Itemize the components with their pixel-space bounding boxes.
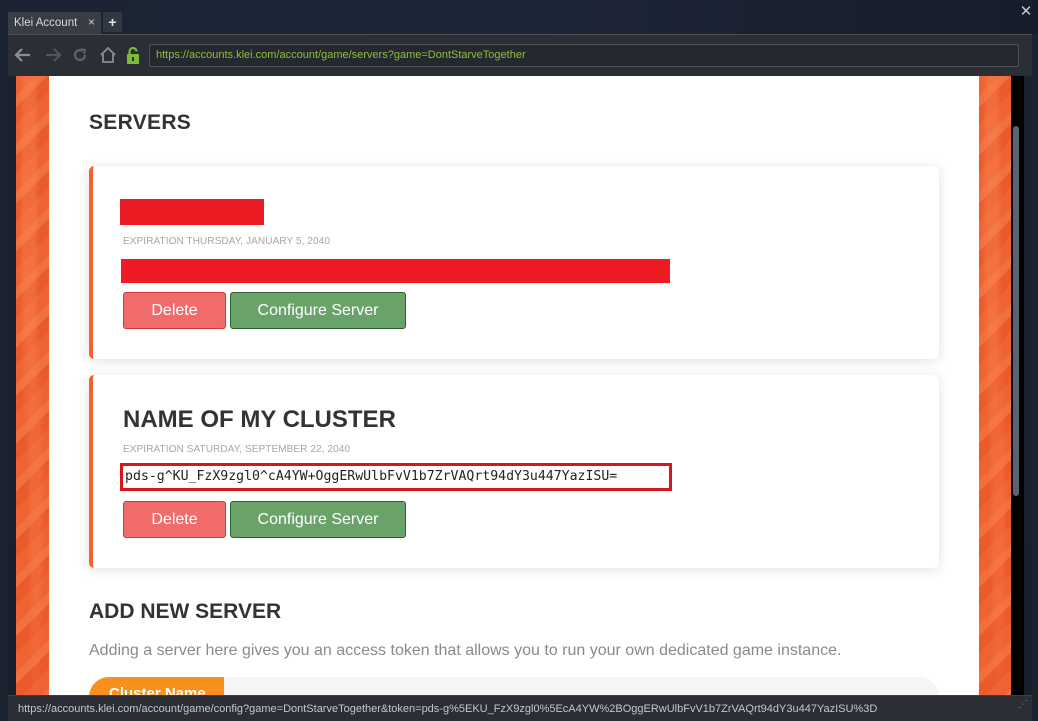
server-name: NAME OF MY CLUSTER [123, 406, 396, 433]
navigation-bar: https://accounts.klei.com/account/game/s… [8, 34, 1032, 76]
browser-tab-bar: Klei Account × + ✕ [0, 0, 1038, 34]
forward-arrow-icon [46, 48, 62, 62]
home-button[interactable] [98, 45, 118, 65]
tab-title: Klei Account [14, 17, 78, 29]
page-content: SERVERS EXPIRATION THURSDAY, JANUARY 5, … [49, 76, 979, 695]
configure-server-button[interactable]: Configure Server [230, 501, 406, 538]
back-button[interactable] [13, 45, 33, 65]
servers-heading: SERVERS [89, 111, 192, 134]
tab-klei-account[interactable]: Klei Account × [8, 12, 101, 34]
window-close-icon[interactable]: ✕ [1018, 4, 1034, 20]
reload-icon [73, 48, 87, 62]
background-art-left [16, 76, 49, 695]
status-bar: https://accounts.klei.com/account/game/c… [8, 695, 1032, 721]
window-border-right [1032, 34, 1038, 721]
back-arrow-icon [14, 48, 30, 62]
server-token-field[interactable]: pds-g^KU_FzX9zgl0^cA4YW+OggERwUlbFvV1b7Z… [120, 463, 672, 491]
delete-server-button[interactable]: Delete [123, 501, 226, 538]
new-tab-button[interactable]: + [103, 12, 122, 32]
page-viewport: SERVERS EXPIRATION THURSDAY, JANUARY 5, … [16, 76, 1024, 695]
server-card: NAME OF MY CLUSTER EXPIRATION SATURDAY, … [89, 375, 939, 568]
cluster-name-label: Cluster Name [89, 677, 224, 695]
resize-grip-icon[interactable]: ⋰ [1018, 692, 1028, 718]
server-card: EXPIRATION THURSDAY, JANUARY 5, 2040 Del… [89, 166, 939, 359]
server-expiration: EXPIRATION SATURDAY, SEPTEMBER 22, 2040 [123, 444, 351, 455]
redacted-server-token [121, 259, 670, 283]
server-expiration: EXPIRATION THURSDAY, JANUARY 5, 2040 [123, 236, 331, 247]
cluster-name-input[interactable]: Cluster Name [89, 677, 939, 695]
status-url: https://accounts.klei.com/account/game/c… [18, 703, 878, 715]
add-server-heading: ADD NEW SERVER [89, 600, 282, 623]
forward-button[interactable] [43, 45, 63, 65]
window-border-left [0, 34, 8, 721]
add-server-description: Adding a server here gives you an access… [89, 642, 842, 659]
security-lock[interactable] [123, 45, 143, 65]
delete-server-button[interactable]: Delete [123, 292, 226, 329]
scrollbar-thumb[interactable] [1013, 126, 1019, 496]
lock-icon [127, 46, 139, 64]
home-icon [100, 46, 116, 63]
background-art-right [979, 76, 1011, 695]
redacted-server-name [120, 199, 264, 225]
close-tab-icon[interactable]: × [88, 15, 95, 29]
reload-button[interactable] [70, 45, 90, 65]
configure-server-button[interactable]: Configure Server [230, 292, 406, 329]
address-bar[interactable]: https://accounts.klei.com/account/game/s… [149, 44, 1019, 67]
